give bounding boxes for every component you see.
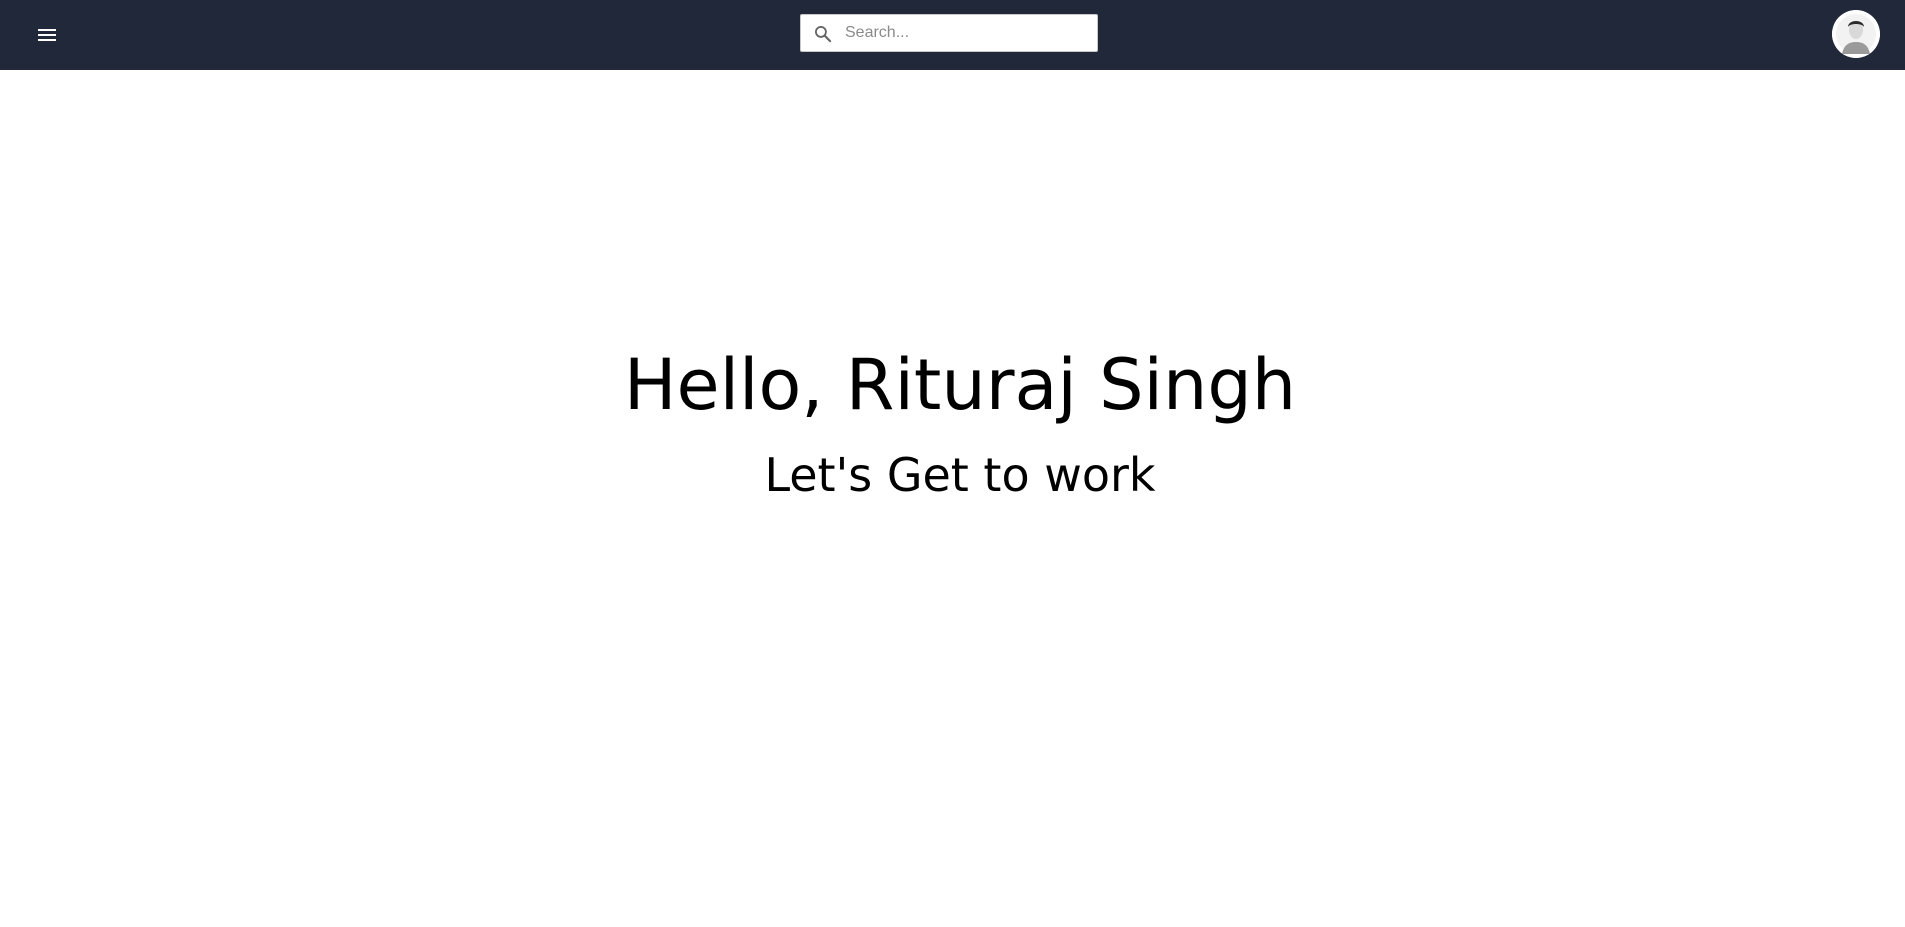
search-icon — [815, 26, 832, 43]
menu-button[interactable] — [36, 25, 58, 45]
subtitle-text: Let's Get to work — [764, 448, 1156, 502]
hamburger-menu-icon — [38, 29, 56, 41]
avatar[interactable] — [1832, 10, 1880, 58]
user-avatar-icon — [1832, 10, 1880, 58]
search-box — [800, 14, 1098, 52]
top-navigation-bar — [0, 0, 1905, 70]
search-input[interactable] — [845, 15, 1093, 51]
greeting-heading: Hello, Rituraj Singh — [623, 344, 1297, 426]
